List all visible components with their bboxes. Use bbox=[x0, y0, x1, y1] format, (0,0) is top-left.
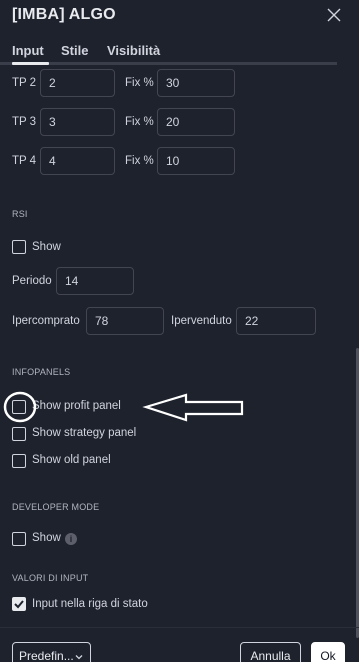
cancel-button[interactable]: Annulla bbox=[240, 642, 301, 662]
fix-label: Fix % bbox=[125, 77, 154, 89]
developer-section-title: DEVELOPER MODE bbox=[12, 502, 100, 512]
ipercomprato-input[interactable]: 78 bbox=[86, 307, 164, 335]
infopanels-section-title: INFOPANELS bbox=[12, 367, 71, 377]
arrow-annotation-icon bbox=[142, 393, 244, 422]
dialog-title: [IMBA] ALGO bbox=[12, 6, 116, 23]
tp-label: TP 4 bbox=[12, 155, 37, 167]
developer-show-checkbox[interactable] bbox=[12, 532, 26, 546]
tp-label: TP 3 bbox=[12, 116, 37, 128]
fix-value-input[interactable]: 10 bbox=[157, 147, 235, 175]
rsi-show-checkbox[interactable] bbox=[12, 240, 26, 254]
periodo-input[interactable]: 14 bbox=[56, 267, 134, 295]
close-button[interactable] bbox=[325, 6, 343, 24]
annotation-overlay bbox=[3, 391, 244, 423]
status-line-label: Input nella riga di stato bbox=[32, 598, 148, 610]
show-old-panel-checkbox[interactable] bbox=[12, 454, 26, 468]
valori-section-title: VALORI DI INPUT bbox=[12, 573, 89, 583]
tp-label: TP 2 bbox=[12, 77, 37, 89]
preset-dropdown-label: Predefin... bbox=[19, 649, 74, 662]
info-icon[interactable]: i bbox=[65, 533, 77, 545]
tp-value-input[interactable]: 4 bbox=[40, 147, 115, 175]
status-line-checkbox[interactable] bbox=[12, 597, 26, 611]
fix-value-input[interactable]: 20 bbox=[157, 108, 235, 136]
tp-value-input[interactable]: 2 bbox=[40, 69, 115, 97]
fix-label: Fix % bbox=[125, 155, 154, 167]
ok-button[interactable]: Ok bbox=[311, 642, 345, 662]
tp-value-input[interactable]: 3 bbox=[40, 108, 115, 136]
rsi-section-title: RSI bbox=[12, 209, 28, 219]
annotation-circle bbox=[3, 391, 37, 423]
chevron-down-icon bbox=[75, 655, 83, 660]
developer-show-label: Show bbox=[32, 532, 61, 544]
tabs-scroll-track bbox=[0, 62, 337, 65]
ipercomprato-label: Ipercomprato bbox=[12, 315, 80, 327]
fix-value-input[interactable]: 30 bbox=[157, 69, 235, 97]
preset-dropdown[interactable]: Predefin... bbox=[12, 642, 91, 662]
rsi-show-label: Show bbox=[32, 241, 61, 253]
ipervenduto-label: Ipervenduto bbox=[171, 315, 232, 327]
periodo-label: Periodo bbox=[12, 275, 52, 287]
tab-input[interactable]: Input bbox=[12, 43, 44, 58]
show-old-panel-label: Show old panel bbox=[32, 454, 111, 466]
tab-visibility[interactable]: Visibilità bbox=[107, 43, 160, 58]
tab-active-indicator bbox=[12, 62, 49, 65]
fix-label: Fix % bbox=[125, 116, 154, 128]
close-icon bbox=[327, 8, 341, 22]
checkmark-icon bbox=[14, 600, 24, 609]
footer-divider bbox=[0, 627, 359, 628]
ipervenduto-input[interactable]: 22 bbox=[236, 307, 316, 335]
tab-style[interactable]: Stile bbox=[61, 43, 88, 58]
